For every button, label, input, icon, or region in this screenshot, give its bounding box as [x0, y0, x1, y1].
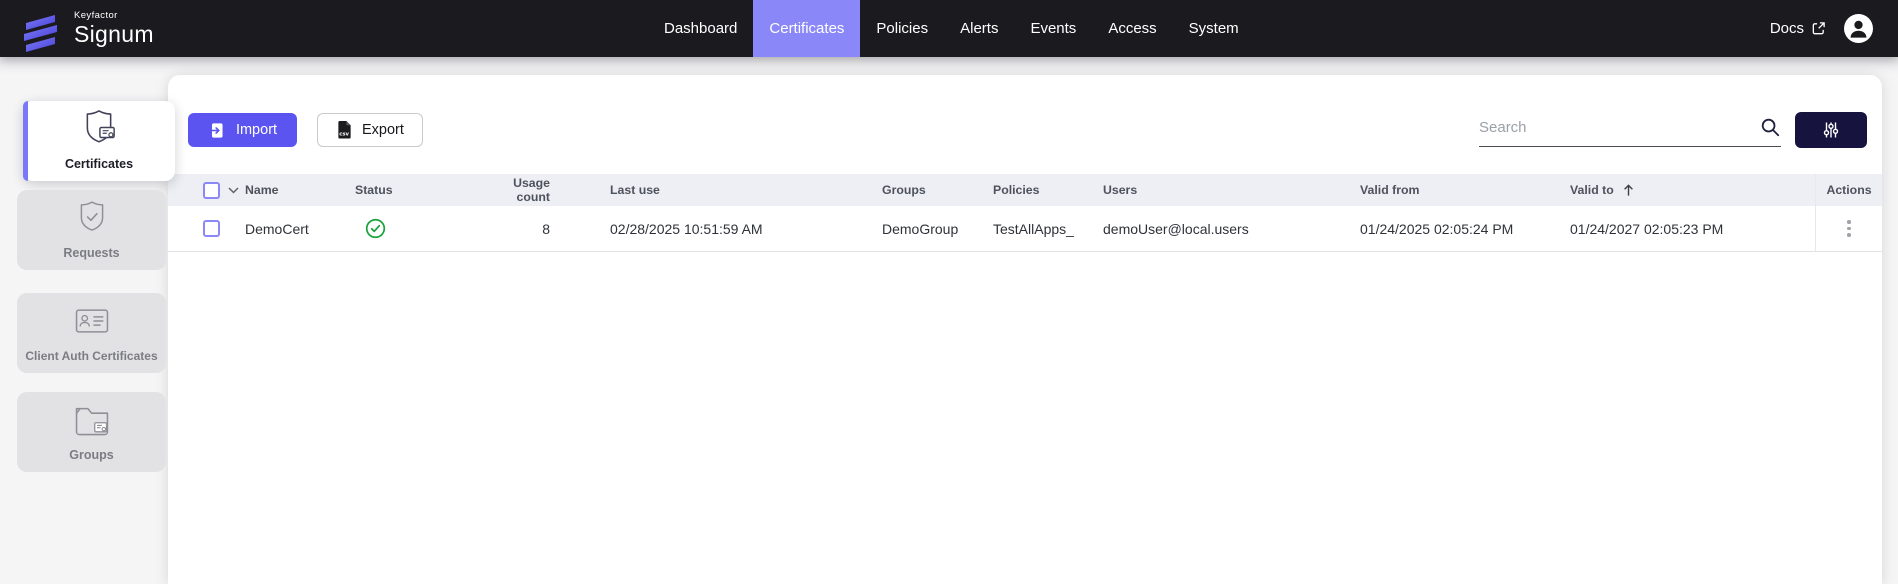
search-icon[interactable]: [1760, 117, 1781, 138]
search-input[interactable]: [1479, 119, 1760, 136]
import-button[interactable]: Import: [188, 113, 297, 147]
row-usage-count: 8: [492, 221, 610, 237]
navbar-shadow-strip: [0, 57, 1898, 75]
sidebar-item-client-auth-certificates[interactable]: Client Auth Certificates: [17, 293, 166, 373]
csv-file-icon: csv: [336, 120, 353, 140]
row-actions-menu-icon[interactable]: [1842, 215, 1856, 242]
import-icon: [208, 121, 227, 140]
external-link-icon: [1811, 21, 1826, 36]
brand-text: Keyfactor Signum: [74, 11, 154, 47]
row-checkbox[interactable]: [203, 220, 220, 237]
docs-link[interactable]: Docs: [1770, 20, 1826, 37]
shield-certificate-icon: [77, 105, 121, 149]
sidebar-item-certificates-label: Certificates: [65, 157, 133, 171]
chevron-down-icon[interactable]: [228, 187, 239, 194]
row-actions-cell: [1815, 206, 1882, 251]
user-avatar[interactable]: [1844, 14, 1873, 43]
sidebar-item-groups-label: Groups: [69, 448, 113, 462]
import-button-label: Import: [236, 122, 277, 138]
top-navbar: Keyfactor Signum Dashboard Certificates …: [0, 0, 1898, 57]
filter-button[interactable]: [1795, 112, 1867, 148]
status-valid-icon: [365, 218, 386, 239]
nav-item-events[interactable]: Events: [1014, 0, 1092, 57]
column-header-users[interactable]: Users: [1103, 183, 1360, 197]
row-valid-to: 01/24/2027 02:05:23 PM: [1570, 221, 1815, 237]
sidebar-item-certificates[interactable]: Certificates: [23, 101, 175, 181]
row-last-use: 02/28/2025 10:51:59 AM: [610, 221, 882, 237]
table-header-row: Name Status Usage count Last use Groups …: [168, 174, 1882, 206]
select-all-checkbox[interactable]: [203, 182, 220, 199]
toolbar: Import csv Export: [168, 75, 1882, 148]
table-row[interactable]: DemoCert 8 02/28/2025 10:51:59 AM DemoGr…: [168, 206, 1882, 252]
sidebar: Certificates Requests Client Auth Certif…: [17, 101, 177, 481]
primary-nav: Dashboard Certificates Policies Alerts E…: [648, 0, 1255, 57]
column-header-last-use[interactable]: Last use: [610, 183, 882, 197]
nav-item-system[interactable]: System: [1173, 0, 1255, 57]
column-header-name[interactable]: Name: [245, 183, 355, 197]
column-header-valid-from[interactable]: Valid from: [1360, 183, 1570, 197]
row-users: demoUser@local.users: [1103, 221, 1360, 237]
row-select-cell: [168, 220, 245, 237]
row-valid-from: 01/24/2025 02:05:24 PM: [1360, 221, 1570, 237]
shield-check-icon: [71, 196, 113, 238]
column-header-status[interactable]: Status: [355, 183, 492, 197]
row-policies: TestAllApps_: [993, 221, 1103, 237]
export-button[interactable]: csv Export: [317, 113, 423, 147]
table-select-all-cell: [168, 182, 245, 199]
export-button-label: Export: [362, 122, 404, 138]
nav-item-alerts[interactable]: Alerts: [944, 0, 1014, 57]
nav-item-dashboard[interactable]: Dashboard: [648, 0, 753, 57]
search-field: [1479, 113, 1781, 147]
sidebar-item-requests-label: Requests: [63, 246, 119, 260]
navbar-right: Docs: [1770, 14, 1898, 43]
company-name: Keyfactor: [74, 11, 154, 21]
nav-item-certificates[interactable]: Certificates: [753, 0, 860, 57]
row-name[interactable]: DemoCert: [245, 221, 355, 237]
column-header-actions: Actions: [1815, 174, 1882, 206]
column-header-usage-count[interactable]: Usage count: [492, 176, 610, 204]
row-groups: DemoGroup: [882, 221, 993, 237]
nav-item-policies[interactable]: Policies: [860, 0, 944, 57]
sidebar-item-groups[interactable]: Groups: [17, 392, 166, 472]
svg-text:csv: csv: [339, 132, 349, 138]
brand: Keyfactor Signum: [0, 6, 648, 52]
main-panel: Import csv Export: [168, 75, 1882, 584]
product-name: Signum: [74, 23, 154, 46]
id-card-icon: [70, 301, 114, 341]
docs-link-label: Docs: [1770, 20, 1804, 37]
person-icon: [1844, 14, 1873, 43]
column-header-policies[interactable]: Policies: [993, 183, 1103, 197]
nav-item-access[interactable]: Access: [1092, 0, 1172, 57]
folder-certificate-icon: [70, 400, 114, 440]
filter-sliders-icon: [1821, 120, 1841, 140]
sidebar-item-requests[interactable]: Requests: [17, 190, 166, 270]
sort-ascending-icon: [1622, 183, 1635, 197]
column-header-valid-to[interactable]: Valid to: [1570, 183, 1815, 197]
valid-to-label: Valid to: [1570, 183, 1614, 197]
keyfactor-logo-icon: [18, 6, 63, 52]
row-status: [355, 218, 492, 239]
sidebar-item-client-auth-certificates-label: Client Auth Certificates: [25, 349, 157, 363]
column-header-groups[interactable]: Groups: [882, 183, 993, 197]
certificates-table: Name Status Usage count Last use Groups …: [168, 174, 1882, 252]
